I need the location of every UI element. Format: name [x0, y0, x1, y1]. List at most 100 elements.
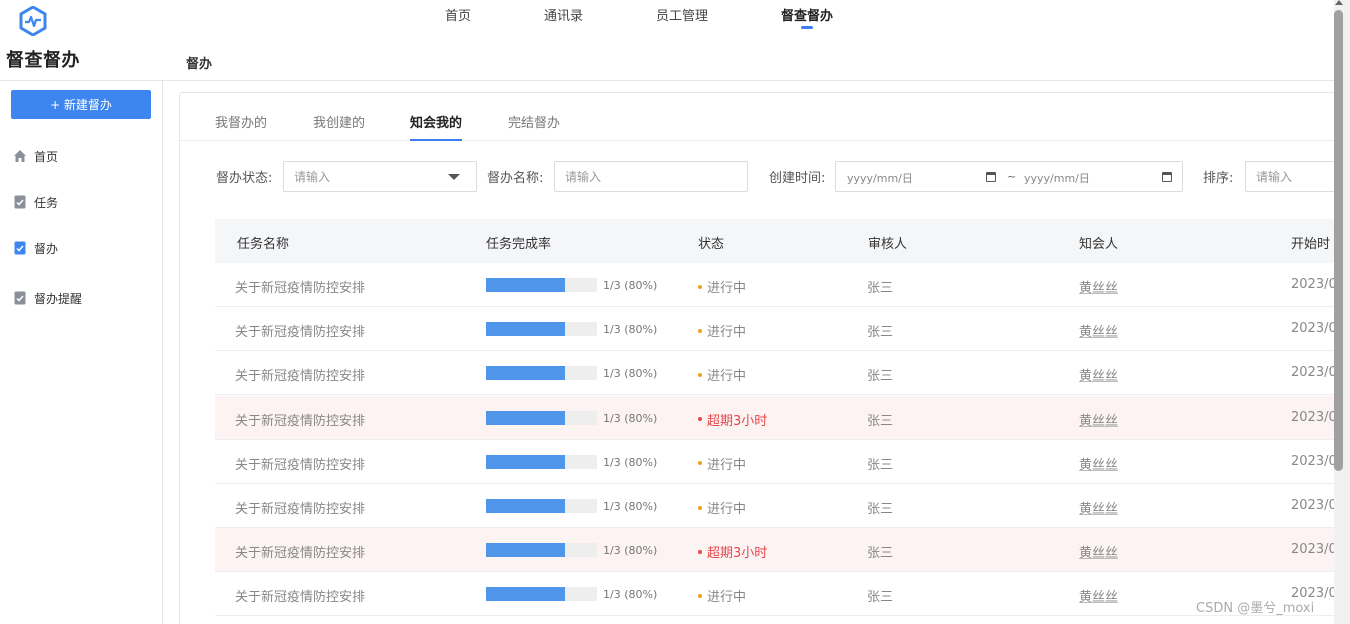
progress-text: 1/3 (80%)	[603, 588, 658, 602]
start-time-cell: 2023/0	[1291, 453, 1337, 469]
nav-item-home[interactable]: 首页	[445, 5, 471, 24]
name-filter-label: 督办名称:	[487, 171, 544, 186]
status-badge: 进行中	[698, 586, 746, 605]
progress-text: 1/3 (80%)	[603, 411, 658, 425]
scroll-up-arrow-icon[interactable]	[1335, 0, 1343, 5]
start-time-cell: 2023/0	[1291, 321, 1337, 337]
table-row[interactable]: 关于新冠疫情防控安排 1/3 (80%) 超期3小时 张三 黄丝丝 2023/0	[215, 395, 1349, 440]
table-row[interactable]: 关于新冠疫情防控安排 1/3 (80%) 进行中 张三 黄丝丝 2023/0	[215, 440, 1349, 484]
vertical-scrollbar[interactable]	[1334, 0, 1350, 624]
progress-text: 1/3 (80%)	[603, 455, 658, 469]
reviewer-cell: 张三	[867, 369, 894, 385]
column-header-start-time: 开始时	[1291, 237, 1331, 252]
progress-text: 1/3 (80%)	[603, 544, 658, 558]
status-dot-icon	[698, 549, 702, 554]
cc-person-link[interactable]: 黄丝丝	[1079, 542, 1118, 561]
progress-bar	[486, 543, 597, 558]
column-header-cc: 知会人	[1079, 237, 1119, 252]
progress-bar-fill	[486, 543, 565, 558]
status-text: 进行中	[707, 502, 747, 517]
new-supervision-button[interactable]: + 新建督办	[11, 90, 151, 119]
sidebar-item-home[interactable]: 首页	[13, 146, 58, 166]
table-row[interactable]: 关于新冠疫情防控安排 1/3 (80%) 超期3小时 张三 黄丝丝 2023/0	[215, 528, 1349, 573]
table-row[interactable]: 关于新冠疫情防控安排 1/3 (80%) 进行中 张三 黄丝丝 2023/0	[215, 351, 1349, 396]
status-text: 进行中	[707, 457, 747, 473]
sidebar-item-label: 督办提醒	[34, 291, 83, 306]
table-row[interactable]: 关于新冠疫情防控安排 1/3 (80%) 进行中 张三 黄丝丝 2023/0	[215, 307, 1349, 352]
reviewer-cell: 张三	[867, 546, 894, 562]
app-title: 督查督办	[6, 50, 80, 71]
tab-cc-me[interactable]: 知会我的	[410, 112, 463, 141]
task-name-cell[interactable]: 关于新冠疫情防控安排	[235, 542, 365, 561]
tab-my-supervised[interactable]: 我督办的	[215, 112, 267, 131]
table-row[interactable]: 关于新冠疫情防控安排 1/3 (80%) 进行中 张三 黄丝丝 2023/0	[215, 263, 1349, 307]
cc-person-link[interactable]: 黄丝丝	[1079, 498, 1118, 517]
cc-person-link[interactable]: 黄丝丝	[1079, 454, 1118, 473]
column-header-task-name: 任务名称	[237, 237, 290, 252]
status-text: 超期3小时	[707, 546, 768, 562]
progress-bar-fill	[486, 499, 565, 513]
progress-text: 1/3 (80%)	[603, 323, 658, 337]
cc-person-link[interactable]: 黄丝丝	[1079, 321, 1118, 340]
date-end-input[interactable]: yyyy/mm/日	[1024, 170, 1090, 186]
table-row[interactable]: 关于新冠疫情防控安排 1/3 (80%) 进行中 张三 黄丝丝 2023/0	[215, 572, 1349, 617]
progress-bar	[486, 278, 597, 292]
task-name-cell[interactable]: 关于新冠疫情防控安排	[235, 498, 365, 517]
progress-bar	[486, 499, 597, 513]
breadcrumb: 督办	[186, 57, 213, 72]
table-row[interactable]: 关于新冠疫情防控安排 1/3 (80%) 进行中 张三 黄丝丝 2023/0	[215, 484, 1349, 528]
column-header-reviewer: 审核人	[868, 237, 908, 252]
task-name-cell[interactable]: 关于新冠疫情防控安排	[235, 277, 365, 296]
status-select-placeholder: 请输入	[294, 170, 331, 184]
progress-bar-fill	[486, 366, 565, 381]
progress-bar	[486, 587, 597, 602]
task-name-cell[interactable]: 关于新冠疫情防控安排	[235, 586, 365, 605]
progress-bar-fill	[486, 587, 565, 602]
status-dot-icon	[698, 372, 702, 377]
calendar-icon[interactable]	[986, 172, 996, 182]
cc-person-link[interactable]: 黄丝丝	[1079, 410, 1118, 429]
sidebar-item-label: 督办	[34, 241, 59, 256]
nav-item-contacts[interactable]: 通讯录	[544, 5, 583, 24]
task-name-cell[interactable]: 关于新冠疫情防控安排	[235, 410, 365, 429]
status-text: 进行中	[707, 369, 747, 385]
start-time-cell: 2023/0	[1291, 365, 1337, 381]
cc-person-link[interactable]: 黄丝丝	[1079, 277, 1118, 296]
status-filter-label: 督办状态:	[216, 171, 273, 186]
task-name-cell[interactable]: 关于新冠疫情防控安排	[235, 454, 365, 473]
cc-person-link[interactable]: 黄丝丝	[1079, 586, 1118, 605]
status-dot-icon	[698, 593, 702, 598]
tab-my-created[interactable]: 我创建的	[313, 112, 365, 131]
status-dot-icon	[698, 461, 702, 466]
progress-bar-fill	[486, 322, 565, 337]
calendar-icon[interactable]	[1162, 172, 1172, 182]
date-range-separator: ~	[1007, 170, 1017, 183]
date-start-input[interactable]: yyyy/mm/日	[847, 170, 913, 186]
progress-bar	[486, 454, 597, 469]
start-time-cell: 2023/0	[1291, 542, 1337, 558]
name-input[interactable]: 请输入	[554, 161, 748, 192]
progress-text: 1/3 (80%)	[603, 279, 658, 292]
status-dot-icon	[698, 328, 702, 333]
reviewer-cell: 张三	[867, 325, 894, 341]
sidebar-item-reminder[interactable]: 督办提醒	[13, 288, 82, 308]
reviewer-cell: 张三	[867, 413, 894, 429]
name-input-placeholder: 请输入	[565, 170, 602, 184]
supervise-doc-icon	[13, 241, 27, 255]
sidebar-item-supervise[interactable]: 督办	[13, 238, 58, 258]
status-select[interactable]: 请输入	[283, 161, 477, 192]
task-name-cell[interactable]: 关于新冠疫情防控安排	[235, 365, 365, 384]
reviewer-cell: 张三	[867, 590, 894, 606]
nav-item-supervision[interactable]: 督查督办	[781, 5, 833, 29]
sort-input-placeholder: 请输入	[1256, 170, 1293, 184]
cc-person-link[interactable]: 黄丝丝	[1079, 365, 1118, 384]
nav-item-staff[interactable]: 员工管理	[656, 5, 708, 24]
scrollbar-thumb[interactable]	[1334, 10, 1343, 471]
main-panel: 我督办的 我创建的 知会我的 完结督办 督办状态: 请输入 督办名称: 请输入 …	[179, 92, 1350, 624]
task-name-cell[interactable]: 关于新冠疫情防控安排	[235, 321, 365, 340]
tab-finished[interactable]: 完结督办	[508, 112, 560, 131]
sidebar-item-task[interactable]: 任务	[13, 192, 58, 212]
status-dot-icon	[698, 284, 702, 289]
date-range-picker[interactable]: yyyy/mm/日 ~ yyyy/mm/日	[835, 161, 1183, 192]
caret-down-icon	[448, 174, 460, 180]
